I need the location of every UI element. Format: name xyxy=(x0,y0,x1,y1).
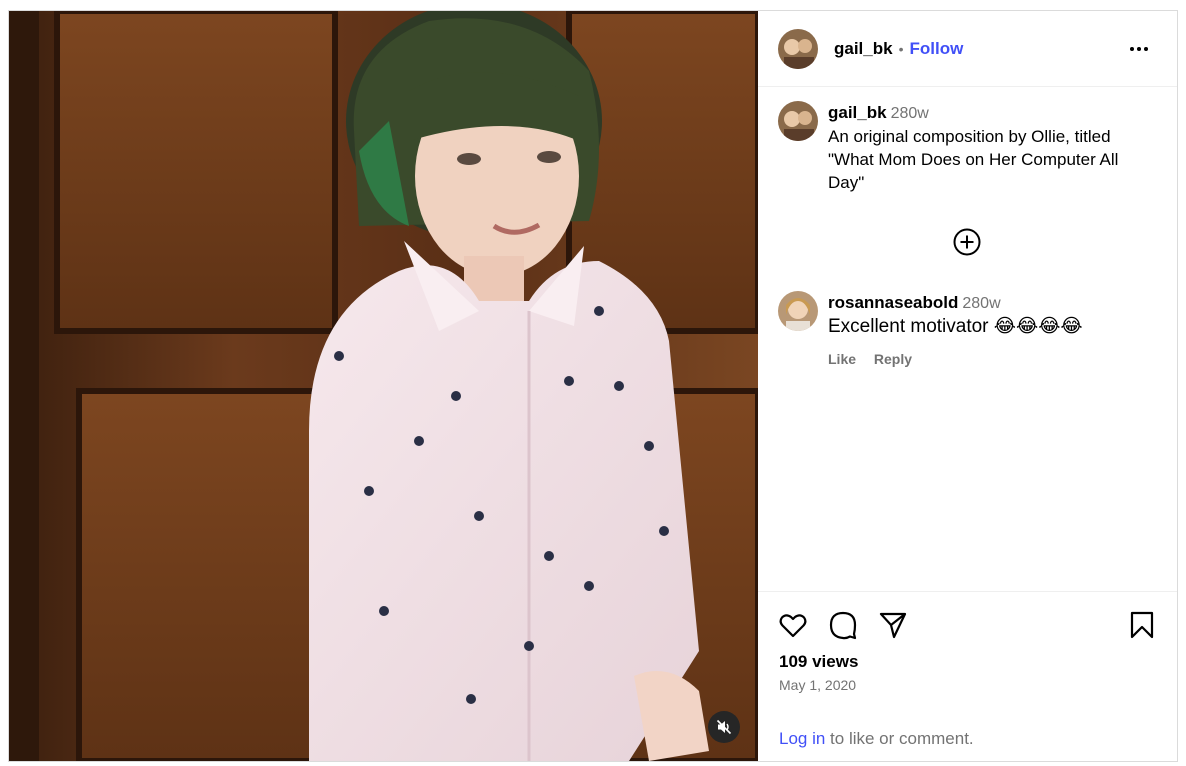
share-icon[interactable] xyxy=(878,610,908,640)
post-dialog: gail_bk • Follow gail_bk 280w An origina… xyxy=(8,10,1178,762)
like-comment-button[interactable]: Like xyxy=(828,351,856,367)
comment-item: rosannaseabold 280w Excellent motivator 😂… xyxy=(778,291,1158,371)
mute-toggle-button[interactable] xyxy=(708,711,740,743)
post-side-panel: gail_bk • Follow gail_bk 280w An origina… xyxy=(758,11,1177,761)
commenter-avatar[interactable] xyxy=(778,291,818,331)
caption: gail_bk 280w An original composition by O… xyxy=(778,101,1158,194)
caption-time: 280w xyxy=(890,105,929,122)
view-count: 109 views xyxy=(779,652,859,671)
more-options-icon[interactable] xyxy=(1127,37,1151,61)
comment-text: Excellent motivator 😂😂😂😂 xyxy=(828,316,1083,337)
caption-text: An original composition by Ollie, titled… xyxy=(828,127,1119,192)
load-more-comments-icon[interactable] xyxy=(952,227,982,257)
video-player[interactable] xyxy=(9,11,758,761)
reply-comment-button[interactable]: Reply xyxy=(874,351,912,367)
heart-icon[interactable] xyxy=(778,610,808,640)
muted-speaker-icon xyxy=(716,719,732,735)
comment-icon[interactable] xyxy=(828,610,858,640)
post-date: May 1, 2020 xyxy=(779,677,857,693)
author-avatar[interactable] xyxy=(778,28,818,69)
login-link[interactable]: Log in xyxy=(779,729,825,748)
comments-section: gail_bk 280w An original composition by O… xyxy=(758,88,1177,591)
author-username[interactable]: gail_bk xyxy=(834,39,893,59)
follow-button[interactable]: Follow xyxy=(910,39,964,59)
post-header: gail_bk • Follow xyxy=(758,11,1177,87)
commenter-username[interactable]: rosannaseabold xyxy=(828,293,958,312)
post-actions: 109 views May 1, 2020 Log in to like or … xyxy=(758,591,1177,761)
comment-time: 280w xyxy=(962,295,1001,312)
caption-avatar[interactable] xyxy=(778,101,818,141)
login-prompt-text: to like or comment. xyxy=(825,729,974,748)
video-frame xyxy=(9,11,758,761)
bookmark-icon[interactable] xyxy=(1127,610,1157,640)
login-prompt: Log in to like or comment. xyxy=(779,729,974,749)
caption-username[interactable]: gail_bk xyxy=(828,103,887,122)
separator-dot: • xyxy=(898,40,904,57)
